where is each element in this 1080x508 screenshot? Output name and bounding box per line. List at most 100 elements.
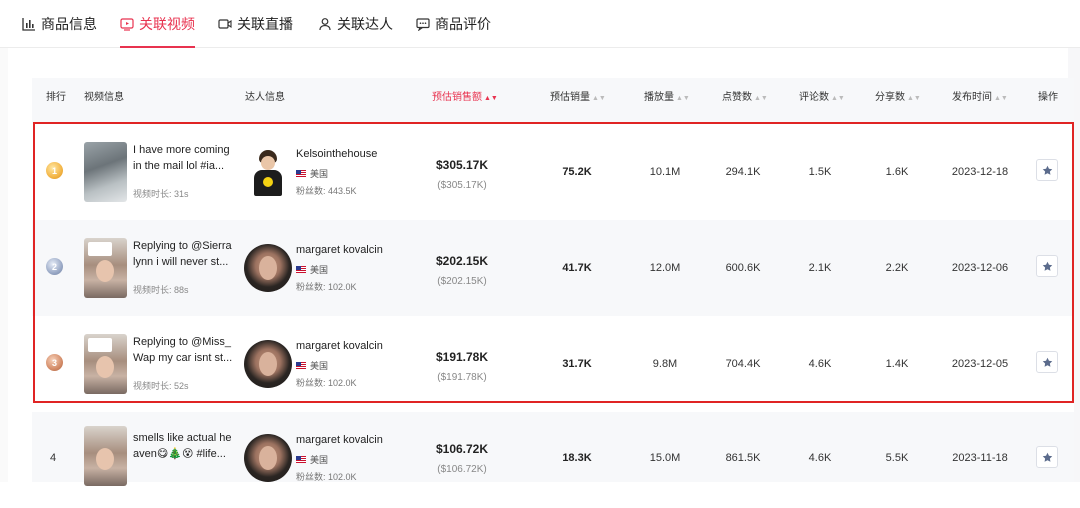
- likes: 600.6K: [725, 262, 761, 274]
- favorite-button[interactable]: [1036, 351, 1058, 373]
- tab-label: 关联视频: [139, 16, 195, 32]
- est-sales-amount-sub: ($106.72K): [437, 464, 487, 475]
- col-shares[interactable]: 分享数 ▲▼: [875, 78, 921, 118]
- tab-bar: 商品信息 关联视频 关联直播 关联达人 商品评价: [0, 0, 1080, 48]
- col-creator-info: 达人信息: [245, 92, 285, 103]
- tab-label: 商品信息: [41, 16, 97, 32]
- creator-avatar[interactable]: [244, 434, 292, 482]
- tab-product-info[interactable]: 商品信息: [22, 0, 97, 48]
- publish-date: 2023-12-18: [951, 166, 1009, 178]
- sort-icon: ▲▼: [907, 95, 921, 102]
- col-publish-time[interactable]: 发布时间 ▲▼: [952, 78, 1008, 118]
- creator-fans: 粉丝数: 102.0K: [296, 376, 357, 389]
- sort-icon: ▲▼: [676, 95, 690, 102]
- creator-name[interactable]: margaret kovalcin: [296, 340, 383, 352]
- region-label: 美国: [310, 265, 329, 275]
- col-views[interactable]: 播放量 ▲▼: [644, 78, 690, 118]
- sort-icon: ▲▼: [592, 95, 606, 102]
- comments: 4.6K: [808, 452, 832, 464]
- col-label: 发布时间: [952, 92, 992, 103]
- views: 9.8M: [652, 358, 678, 370]
- video-title[interactable]: smells like actual he aven😋🎄😵 #life...: [133, 430, 235, 462]
- left-edge: [0, 48, 8, 482]
- table-header: 排行 视频信息 达人信息 预估销售额 ▲▼ 预估销量 ▲▼ 播放量 ▲▼ 点赞数 ▲▼ …: [32, 78, 1074, 118]
- star-icon: [1042, 452, 1052, 462]
- fans-label: 粉丝数:: [296, 378, 326, 388]
- duration-value: 31s: [174, 189, 189, 199]
- col-comments[interactable]: 评论数 ▲▼: [799, 78, 845, 118]
- creator-avatar[interactable]: [244, 244, 292, 292]
- person-icon: [318, 17, 332, 31]
- publish-date: 2023-12-05: [951, 358, 1009, 370]
- rank-number: 2: [51, 261, 57, 272]
- col-video-info: 视频信息: [84, 92, 124, 103]
- publish-date: 2023-11-18: [952, 452, 1008, 464]
- table-row: 4 smells like actual he aven😋🎄😵 #life...…: [32, 412, 1074, 508]
- table-row: 2 Replying to @Sierra lynn i will never …: [32, 220, 1074, 316]
- video-title[interactable]: Replying to @Miss_ Wap my car isnt st...: [133, 334, 235, 366]
- video-title[interactable]: I have more coming in the mail lol #ia..…: [133, 142, 235, 174]
- col-label: 预估销量: [550, 92, 590, 103]
- publish-date: 2023-12-06: [951, 262, 1009, 274]
- shares: 1.6K: [885, 166, 909, 178]
- region-label: 美国: [310, 455, 329, 465]
- col-label: 点赞数: [722, 92, 752, 103]
- likes: 704.4K: [725, 358, 761, 370]
- duration-label: 视频时长:: [133, 381, 172, 391]
- fans-label: 粉丝数:: [296, 282, 326, 292]
- views: 12.0M: [649, 262, 681, 274]
- likes: 294.1K: [725, 166, 761, 178]
- creator-name[interactable]: margaret kovalcin: [296, 434, 383, 446]
- creator-name[interactable]: Kelsointhehouse: [296, 148, 377, 160]
- video-duration: 视频时长: 52s: [133, 379, 189, 392]
- col-rank: 排行: [46, 92, 66, 103]
- video-thumbnail[interactable]: [84, 426, 127, 486]
- est-sales-volume: 18.3K: [562, 452, 592, 464]
- silver-medal-icon: 2: [46, 258, 63, 275]
- fans-label: 粉丝数:: [296, 186, 326, 196]
- favorite-button[interactable]: [1036, 446, 1058, 468]
- comment-icon: [416, 17, 430, 31]
- est-sales-amount: $202.15K: [435, 254, 489, 268]
- creator-name[interactable]: margaret kovalcin: [296, 244, 383, 256]
- col-label: 预估销售额: [432, 92, 482, 103]
- tab-related-videos[interactable]: 关联视频: [120, 0, 195, 48]
- est-sales-amount-sub: ($305.17K): [437, 180, 487, 191]
- tab-label: 商品评价: [435, 16, 491, 32]
- star-icon: [1042, 261, 1052, 271]
- creator-fans: 粉丝数: 443.5K: [296, 184, 357, 197]
- video-thumbnail[interactable]: [84, 334, 127, 394]
- col-est-sales-amount[interactable]: 预估销售额 ▲▼: [432, 78, 498, 118]
- live-camera-icon: [218, 17, 232, 31]
- comments: 2.1K: [808, 262, 832, 274]
- favorite-button[interactable]: [1036, 159, 1058, 181]
- col-label: 分享数: [875, 92, 905, 103]
- tab-product-reviews[interactable]: 商品评价: [416, 0, 491, 48]
- video-thumbnail[interactable]: [84, 238, 127, 298]
- favorite-button[interactable]: [1036, 255, 1058, 277]
- video-thumbnail[interactable]: [84, 142, 127, 202]
- tab-related-live[interactable]: 关联直播: [218, 0, 293, 48]
- us-flag-icon: [296, 362, 306, 369]
- est-sales-volume: 41.7K: [562, 262, 592, 274]
- creator-avatar[interactable]: [244, 340, 292, 388]
- video-icon: [120, 17, 134, 31]
- comments: 4.6K: [808, 358, 832, 370]
- views: 10.1M: [649, 166, 681, 178]
- col-est-sales-volume[interactable]: 预估销量 ▲▼: [550, 78, 606, 118]
- bronze-medal-icon: 3: [46, 354, 63, 371]
- duration-label: 视频时长:: [133, 285, 172, 295]
- video-title[interactable]: Replying to @Sierra lynn i will never st…: [133, 238, 235, 270]
- star-icon: [1042, 357, 1052, 367]
- creator-region: 美国: [296, 167, 328, 180]
- creator-avatar[interactable]: [244, 148, 292, 196]
- shares: 2.2K: [885, 262, 909, 274]
- video-table: 排行 视频信息 达人信息 预估销售额 ▲▼ 预估销量 ▲▼ 播放量 ▲▼ 点赞数 ▲▼ …: [32, 78, 1074, 486]
- gold-medal-icon: 1: [46, 162, 63, 179]
- video-duration: 视频时长: 31s: [133, 187, 189, 200]
- tab-related-creators[interactable]: 关联达人: [318, 0, 393, 48]
- col-likes[interactable]: 点赞数 ▲▼: [722, 78, 768, 118]
- creator-fans: 粉丝数: 102.0K: [296, 280, 357, 293]
- star-icon: [1042, 165, 1052, 175]
- region-label: 美国: [310, 169, 329, 179]
